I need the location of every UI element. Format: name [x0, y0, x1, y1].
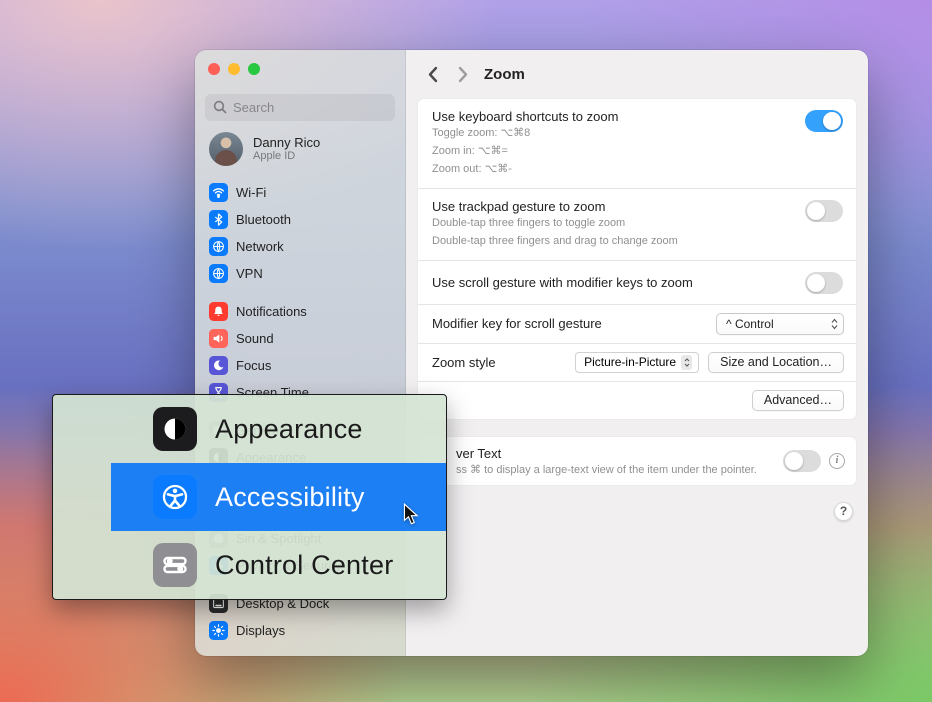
pip-item-control-center[interactable]: Control Center: [111, 531, 446, 599]
sidebar-item-vpn[interactable]: VPN: [203, 260, 397, 287]
bell-icon: [209, 302, 228, 321]
advanced-button[interactable]: Advanced…: [752, 390, 844, 411]
kb-switch[interactable]: [805, 110, 843, 132]
trackpad-gesture-row: Use trackpad gesture to zoom Double-tap …: [418, 189, 856, 261]
style-select[interactable]: Picture-in-Picture: [575, 352, 699, 373]
user-sub: Apple ID: [253, 150, 320, 162]
kb-sub-1: Zoom in: ⌥⌘=: [432, 144, 618, 160]
trackpad-sub-1: Double-tap three fingers and drag to cha…: [432, 234, 678, 250]
forward-button[interactable]: [451, 63, 473, 85]
content-area: Zoom Use keyboard shortcuts to zoom Togg…: [406, 50, 868, 656]
scroll-label: Use scroll gesture with modifier keys to…: [432, 275, 693, 290]
sidebar-item-label: Bluetooth: [236, 212, 291, 227]
sidebar-item-focus[interactable]: Focus: [203, 352, 397, 379]
zoom-options-panel: Use keyboard shortcuts to zoom Toggle zo…: [417, 98, 857, 420]
hover-desc: ss ⌘ to display a large-text view of the…: [456, 463, 757, 476]
sound-icon: [209, 329, 228, 348]
modkey-select[interactable]: ^ Control: [716, 313, 844, 335]
controlcenter-icon: [153, 543, 197, 587]
kb-sub-2: Zoom out: ⌥⌘-: [432, 162, 618, 178]
scroll-gesture-row: Use scroll gesture with modifier keys to…: [418, 261, 856, 305]
modkey-label: Modifier key for scroll gesture: [432, 316, 602, 331]
info-icon[interactable]: i: [829, 453, 845, 469]
modifier-key-row: Modifier key for scroll gesture ^ Contro…: [418, 305, 856, 344]
sidebar-item-displays[interactable]: Displays: [203, 617, 397, 644]
zoom-style-row: Zoom style Picture-in-Picture Size and L…: [418, 344, 856, 382]
hover-switch[interactable]: [783, 450, 821, 472]
help-button[interactable]: ?: [834, 502, 853, 521]
fullscreen-button[interactable]: [248, 63, 260, 75]
window-controls: [195, 50, 405, 85]
pip-item-label: Control Center: [215, 550, 393, 581]
trackpad-switch[interactable]: [805, 200, 843, 222]
network-icon: [209, 237, 228, 256]
zoom-pip-window: Appearance Accessibility Control Center: [52, 394, 447, 600]
apple-id-row[interactable]: Danny Rico Apple ID: [195, 130, 405, 176]
search-icon: [212, 99, 228, 115]
sidebar-item-bluetooth[interactable]: Bluetooth: [203, 206, 397, 233]
sidebar-item-wi-fi[interactable]: Wi-Fi: [203, 179, 397, 206]
style-label: Zoom style: [432, 355, 496, 370]
cursor-icon: [403, 503, 422, 531]
page-title: Zoom: [484, 66, 525, 83]
size-location-button[interactable]: Size and Location…: [708, 352, 844, 373]
sidebar-item-label: Sound: [236, 331, 274, 346]
sidebar-item-label: Focus: [236, 358, 271, 373]
sidebar-item-label: VPN: [236, 266, 263, 281]
sidebar-item-network[interactable]: Network: [203, 233, 397, 260]
sidebar-item-label: Displays: [236, 623, 285, 638]
sidebar-item-label: Wi-Fi: [236, 185, 266, 200]
accessibility-icon: [153, 475, 197, 519]
pip-item-label: Appearance: [215, 414, 363, 445]
wifi-icon: [209, 183, 228, 202]
keyboard-shortcuts-row: Use keyboard shortcuts to zoom Toggle zo…: [418, 99, 856, 189]
pip-item-label: Accessibility: [215, 482, 365, 513]
search-input[interactable]: [205, 94, 395, 121]
scroll-switch[interactable]: [805, 272, 843, 294]
displays-icon: [209, 621, 228, 640]
user-name: Danny Rico: [253, 135, 320, 150]
hover-text-panel: ver Text ss ⌘ to display a large-text vi…: [417, 436, 857, 486]
pip-item-appearance[interactable]: Appearance: [111, 395, 446, 463]
kb-sub-0: Toggle zoom: ⌥⌘8: [432, 126, 618, 142]
vpn-icon: [209, 264, 228, 283]
kb-label: Use keyboard shortcuts to zoom: [432, 109, 618, 124]
sidebar-item-label: Notifications: [236, 304, 307, 319]
trackpad-label: Use trackpad gesture to zoom: [432, 199, 678, 214]
close-button[interactable]: [208, 63, 220, 75]
advanced-row: Advanced…: [418, 382, 856, 419]
appearance-icon: [153, 407, 197, 451]
sidebar-item-notifications[interactable]: Notifications: [203, 298, 397, 325]
moon-icon: [209, 356, 228, 375]
pip-item-accessibility[interactable]: Accessibility: [111, 463, 446, 531]
back-button[interactable]: [422, 63, 444, 85]
hover-title: ver Text: [456, 446, 757, 461]
modkey-value: ^ Control: [726, 317, 774, 331]
content-header: Zoom: [406, 50, 868, 98]
style-value: Picture-in-Picture: [584, 355, 676, 369]
avatar: [209, 132, 243, 166]
search-field[interactable]: [205, 94, 395, 121]
sidebar-item-label: Network: [236, 239, 284, 254]
sidebar-item-sound[interactable]: Sound: [203, 325, 397, 352]
bluetooth-icon: [209, 210, 228, 229]
trackpad-sub-0: Double-tap three fingers to toggle zoom: [432, 216, 678, 232]
minimize-button[interactable]: [228, 63, 240, 75]
